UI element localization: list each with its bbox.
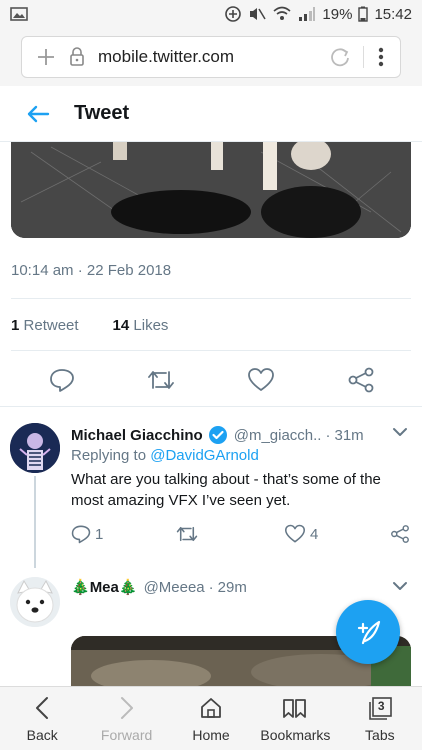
wifi-icon xyxy=(272,6,292,22)
reply-header: 🎄 Mea 🎄 @Meeea · 29m xyxy=(71,578,247,597)
chevron-right-icon xyxy=(120,695,134,721)
like-count: 4 xyxy=(310,525,319,543)
author-emoji: 🎄 xyxy=(118,579,138,596)
author-emoji: 🎄 xyxy=(71,579,90,596)
retweet-action[interactable] xyxy=(176,524,198,544)
gallery-notification-icon xyxy=(10,7,28,21)
tabs-count: 3 xyxy=(377,699,385,713)
reply-icon[interactable] xyxy=(47,365,77,395)
mute-icon xyxy=(248,6,267,22)
home-icon xyxy=(199,695,223,721)
back-arrow-icon[interactable] xyxy=(10,86,66,142)
nav-forward-button[interactable]: Forward xyxy=(84,687,168,750)
url-text[interactable]: mobile.twitter.com xyxy=(98,47,234,67)
likes-stat[interactable]: 14 Likes xyxy=(113,317,169,334)
browser-toolbar: mobile.twitter.com xyxy=(0,28,422,86)
retweets-stat[interactable]: 1 Retweet xyxy=(11,317,79,334)
clock: 15:42 xyxy=(374,5,412,23)
tweet-actions xyxy=(0,365,422,397)
reply-header: Michael Giacchino @m_giacch.. · 31m xyxy=(71,425,364,445)
signal-icon xyxy=(298,6,316,22)
like-heart-icon[interactable] xyxy=(246,365,276,395)
address-bar[interactable]: mobile.twitter.com xyxy=(21,36,401,78)
retweet-icon[interactable] xyxy=(146,365,176,395)
avatar[interactable] xyxy=(10,577,60,627)
nav-bookmarks-button[interactable]: Bookmarks xyxy=(253,687,337,750)
page-title: Tweet xyxy=(74,102,130,124)
tweet-timestamp[interactable]: 10:14 am · 22 Feb 2018 xyxy=(11,262,171,279)
like-action[interactable]: 4 xyxy=(284,524,318,544)
reply-count: 1 xyxy=(95,525,104,543)
share-icon[interactable] xyxy=(346,365,376,395)
compose-feather-icon xyxy=(353,617,383,647)
page-header: Tweet xyxy=(0,86,422,142)
tweet-media[interactable] xyxy=(11,142,411,238)
divider xyxy=(11,350,411,351)
divider xyxy=(0,406,422,407)
tabs-icon: 3 xyxy=(367,695,393,721)
chevron-left-icon xyxy=(35,695,49,721)
reload-icon[interactable] xyxy=(327,46,353,68)
browser-bottom-nav: Back Forward Home Bookmarks 3 Tabs xyxy=(0,686,422,750)
tweet-stats: 1 Retweet 14 Likes xyxy=(11,317,168,334)
thread-line xyxy=(34,476,36,568)
reply-time[interactable]: 31m xyxy=(334,427,363,444)
new-tab-plus-icon[interactable] xyxy=(30,48,62,66)
chevron-down-icon[interactable] xyxy=(390,422,410,442)
reply-time[interactable]: 29m xyxy=(218,579,247,596)
nav-tabs-button[interactable]: 3 Tabs xyxy=(338,687,422,750)
replying-to: Replying to @DavidGArnold xyxy=(71,447,259,464)
status-bar: 19% 15:42 xyxy=(0,0,422,28)
data-saver-icon xyxy=(224,5,242,23)
avatar[interactable] xyxy=(10,423,60,473)
share-action[interactable] xyxy=(390,524,410,544)
more-menu-icon[interactable] xyxy=(374,47,388,67)
author-name[interactable]: Michael Giacchino xyxy=(71,427,203,444)
lock-icon[interactable] xyxy=(66,47,88,67)
reply-action[interactable]: 1 xyxy=(71,524,103,544)
author-handle[interactable]: @m_giacch.. xyxy=(234,427,322,444)
author-name[interactable]: Mea xyxy=(90,579,119,596)
verified-badge-icon xyxy=(208,425,228,445)
divider xyxy=(11,298,411,299)
battery-icon xyxy=(358,6,369,22)
nav-back-button[interactable]: Back xyxy=(0,687,84,750)
chevron-down-icon[interactable] xyxy=(390,576,410,596)
author-handle[interactable]: @Meeea xyxy=(144,579,205,596)
compose-tweet-button[interactable] xyxy=(336,600,400,664)
battery-percent: 19% xyxy=(322,5,353,23)
bookmarks-icon xyxy=(282,695,308,721)
nav-home-button[interactable]: Home xyxy=(169,687,253,750)
reply-body: What are you talking about - that’s some… xyxy=(71,471,381,509)
replying-to-link[interactable]: @DavidGArnold xyxy=(150,447,259,464)
